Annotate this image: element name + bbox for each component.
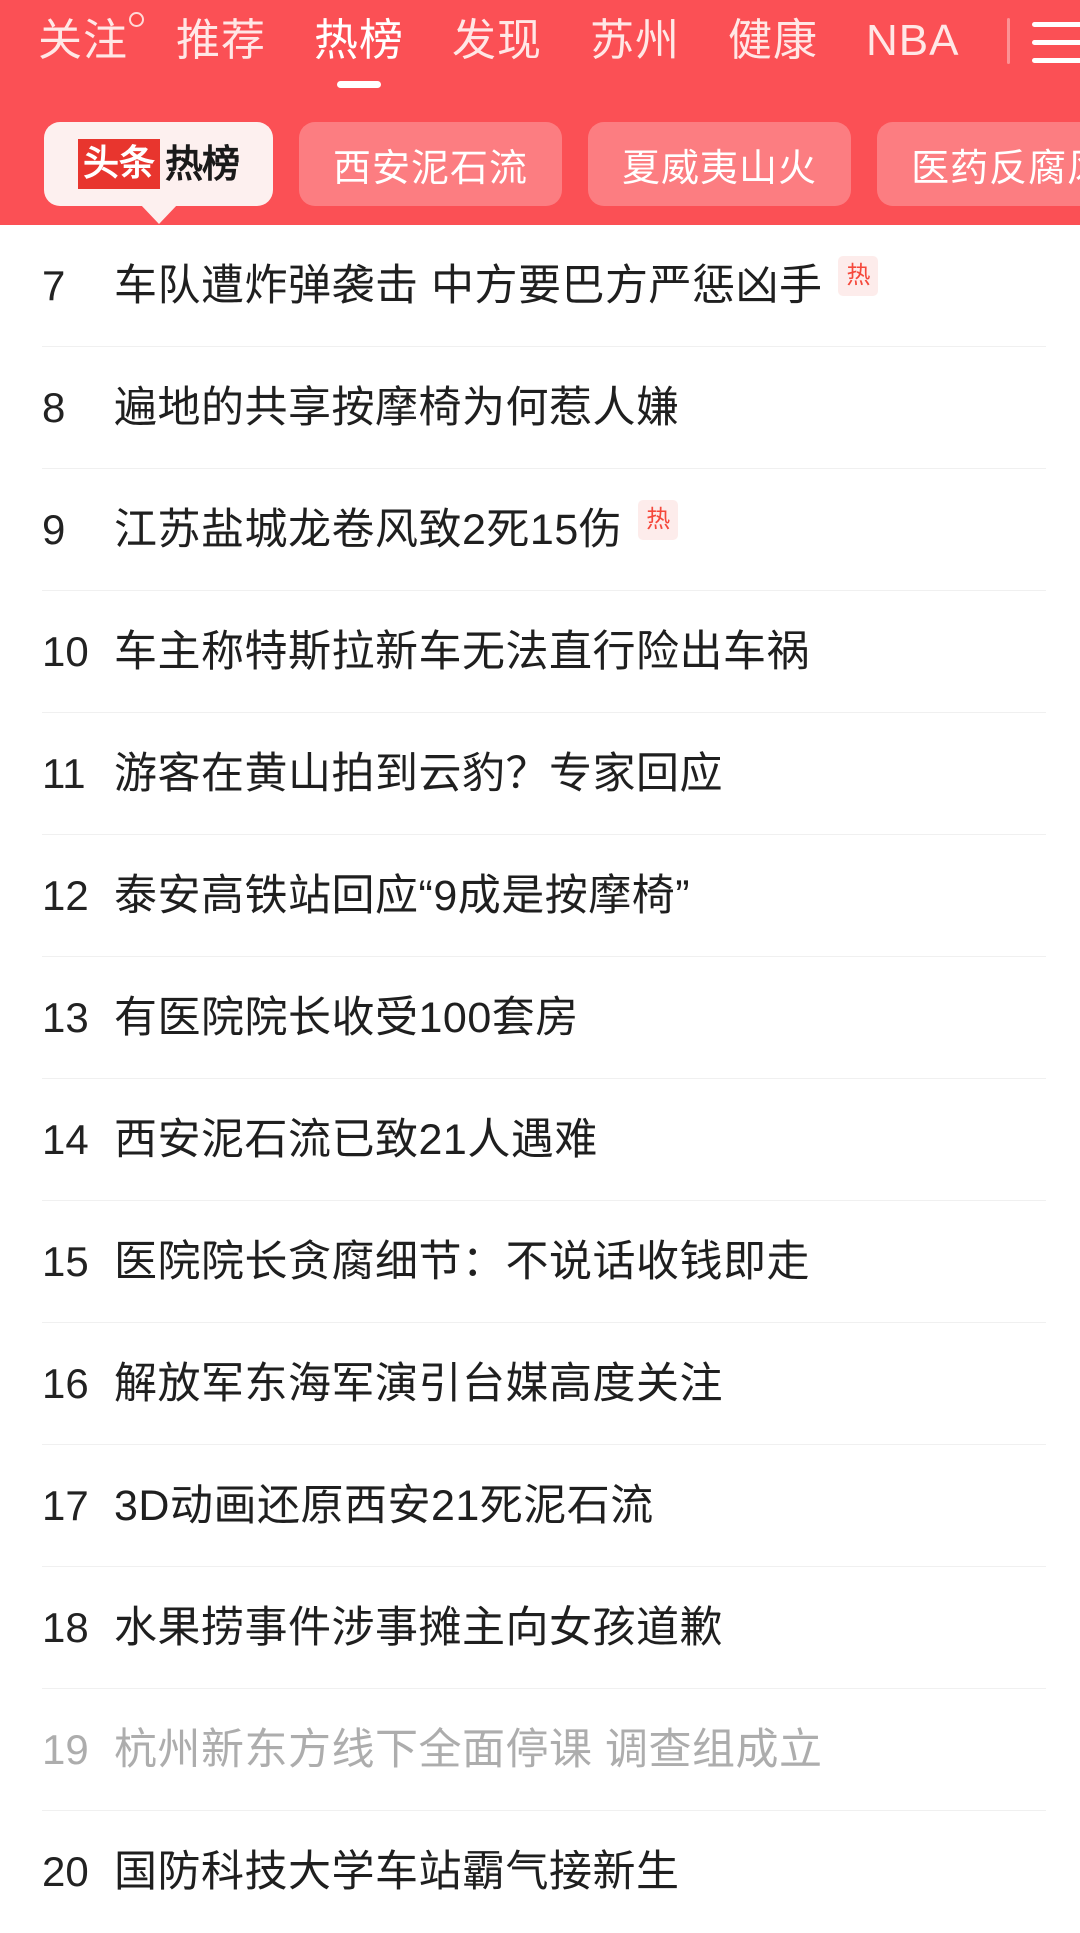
active-tab-underline (337, 81, 381, 88)
item-title: 杭州新东方线下全面停课 调查组成立 (114, 1725, 823, 1774)
item-title: 3D动画还原西安21死泥石流 (114, 1481, 654, 1530)
item-title: 游客在黄山拍到云豹？专家回应 (114, 749, 723, 798)
list-item[interactable]: 15 医院院长贪腐细节：不说话收钱即走 (42, 1201, 1046, 1323)
nav-divider (1007, 18, 1011, 64)
item-rank: 20 (42, 1848, 89, 1895)
item-rank: 13 (42, 993, 89, 1041)
nav-right-controls (1007, 10, 1080, 72)
item-title: 解放军东海军演引台媒高度关注 (114, 1359, 723, 1408)
nav-tab-label: 苏州 (590, 16, 680, 65)
nav-tab-nba[interactable]: NBA (866, 10, 959, 72)
list-item[interactable]: 13 有医院院长收受100套房 (42, 957, 1046, 1079)
item-rank: 9 (42, 505, 66, 553)
nav-tab-label: 热榜 (314, 16, 404, 65)
item-title: 西安泥石流已致21人遇难 (114, 1115, 598, 1164)
hamburger-menu-icon[interactable] (1032, 19, 1080, 63)
nav-tab-label: 关注 (38, 16, 128, 65)
logo-toutiao-text: 头条 (78, 139, 161, 189)
list-item[interactable]: 16 解放军东海军演引台媒高度关注 (42, 1323, 1046, 1445)
logo-rebang-text: 热榜 (165, 142, 240, 186)
list-item[interactable]: 8 遍地的共享按摩椅为何惹人嫌 (42, 347, 1046, 469)
item-rank: 15 (42, 1237, 89, 1285)
nav-tab-label: 推荐 (176, 16, 266, 65)
item-rank: 17 (42, 1481, 89, 1529)
notification-dot-icon (129, 12, 144, 27)
toutiao-rebang-logo: 头条 热榜 (78, 138, 240, 190)
hamburger-line (1032, 22, 1080, 27)
list-item[interactable]: 17 3D动画还原西安21死泥石流 (42, 1445, 1046, 1567)
nav-tab-rebang[interactable]: 热榜 (314, 10, 404, 88)
chip-xiaweiyi-shanhuo[interactable]: 夏威夷山火 (588, 122, 852, 206)
topic-chip-row: 头条热榜 西安泥石流 夏威夷山火 医药反腐风暴 (0, 122, 1080, 224)
nav-tab-label: NBA (866, 16, 960, 65)
item-rank: 7 (42, 261, 66, 309)
list-item[interactable]: 12 泰安高铁站回应“9成是按摩椅” (42, 835, 1046, 957)
item-title: 国防科技大学车站霸气接新生 (114, 1848, 680, 1896)
nav-tab-label: 健康 (728, 16, 818, 65)
list-item[interactable]: 10 车主称特斯拉新车无法直行险出车祸 (42, 591, 1046, 713)
hot-badge: 热 (838, 255, 879, 296)
nav-tab-tuijian[interactable]: 推荐 (176, 10, 266, 72)
hamburger-line (1032, 58, 1080, 63)
item-title: 医院院长贪腐细节：不说话收钱即走 (114, 1237, 810, 1286)
list-item[interactable]: 14 西安泥石流已致21人遇难 (42, 1079, 1046, 1201)
item-rank: 19 (42, 1725, 89, 1773)
chip-toutiao-rebang[interactable]: 头条 热榜 (44, 122, 274, 224)
nav-tab-suzhou[interactable]: 苏州 (590, 10, 680, 72)
list-item[interactable]: 9 江苏盐城龙卷风致2死15伤 热 (42, 469, 1046, 591)
nav-tab-guanzhu[interactable]: 关注 (38, 10, 144, 72)
nav-tab-faxian[interactable]: 发现 (452, 10, 542, 72)
hot-badge: 热 (638, 499, 679, 540)
item-title: 车主称特斯拉新车无法直行险出车祸 (114, 627, 810, 676)
item-title: 江苏盐城龙卷风致2死15伤 (114, 505, 623, 554)
item-rank: 18 (42, 1603, 89, 1651)
top-nav-tabs: 关注 推荐 热榜 发现 苏州 健康 NBA (0, 10, 1080, 96)
item-title: 车队遭炸弹袭击 中方要巴方严惩凶手 (114, 261, 823, 310)
list-item[interactable]: 20 国防科技大学车站霸气接新生 (42, 1811, 1046, 1933)
chip-active-pointer (139, 204, 178, 224)
app-header: 关注 推荐 热榜 发现 苏州 健康 NBA 头条 热榜 西安泥石流 夏威夷山火 … (0, 0, 1080, 225)
chip-xian-nishiliu[interactable]: 西安泥石流 (299, 122, 563, 206)
item-rank: 16 (42, 1359, 89, 1407)
chip-yiyao-fanfu[interactable]: 医药反腐风暴 (877, 122, 1080, 206)
nav-tab-label: 发现 (452, 16, 542, 65)
list-item[interactable]: 19 杭州新东方线下全面停课 调查组成立 (42, 1689, 1046, 1811)
item-title: 有医院院长收受100套房 (114, 993, 579, 1042)
item-rank: 14 (42, 1115, 89, 1163)
item-rank: 8 (42, 383, 66, 431)
hamburger-line (1032, 40, 1080, 45)
list-item[interactable]: 18 水果捞事件涉事摊主向女孩道歉 (42, 1567, 1046, 1689)
hot-list: 7 车队遭炸弹袭击 中方要巴方严惩凶手 热 8 遍地的共享按摩椅为何惹人嫌 9 … (0, 225, 1080, 1933)
item-title: 水果捞事件涉事摊主向女孩道歉 (114, 1603, 723, 1652)
list-item[interactable]: 11 游客在黄山拍到云豹？专家回应 (42, 713, 1046, 835)
list-item[interactable]: 7 车队遭炸弹袭击 中方要巴方严惩凶手 热 (42, 225, 1046, 347)
item-rank: 12 (42, 871, 89, 919)
item-rank: 11 (42, 749, 86, 797)
item-rank: 10 (42, 627, 89, 675)
nav-tab-jiankang[interactable]: 健康 (728, 10, 818, 72)
item-title: 泰安高铁站回应“9成是按摩椅” (114, 871, 691, 920)
item-title: 遍地的共享按摩椅为何惹人嫌 (114, 383, 680, 432)
